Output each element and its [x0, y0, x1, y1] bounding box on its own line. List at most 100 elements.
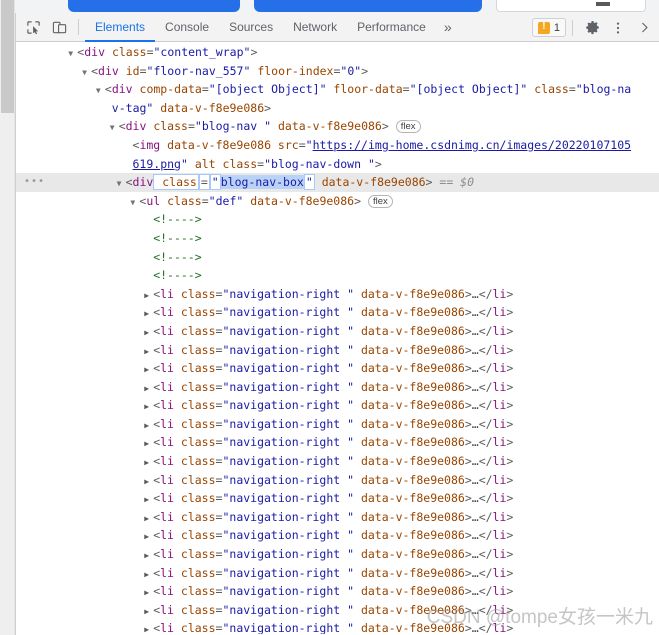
attribute-value: "navigation-right "	[222, 454, 355, 469]
dom-tree-row-li[interactable]: ▶ <li class="navigation-right " data-v-f8…	[16, 601, 659, 620]
page-scrollbar-thumb[interactable]	[1, 0, 14, 113]
dom-tree-row[interactable]: <!---->	[16, 229, 659, 248]
dom-tree-row-li[interactable]: ▶ <li class="navigation-right " data-v-f8…	[16, 303, 659, 322]
more-tabs-button[interactable]: »	[436, 13, 460, 42]
dom-tree-row[interactable]: ▼ <div id="floor-nav_557" floor-index="0"…	[16, 62, 659, 81]
dom-tree-row-li[interactable]: ▶ <li class="navigation-right " data-v-f8…	[16, 564, 659, 583]
dom-tree-row-li[interactable]: ▶ <li class="navigation-right " data-v-f8…	[16, 582, 659, 601]
dom-tree-row-li[interactable]: ▶ <li class="navigation-right " data-v-f8…	[16, 378, 659, 397]
tag-name: li	[160, 584, 174, 599]
attribute-value: "blog-nav-down "	[264, 156, 375, 171]
tab-console[interactable]: Console	[155, 13, 219, 42]
gear-icon[interactable]	[579, 16, 605, 40]
dom-tree-row-li[interactable]: ▶ <li class="navigation-right " data-v-f8…	[16, 452, 659, 471]
flex-badge[interactable]: flex	[367, 194, 393, 208]
tag-name: li	[492, 361, 507, 376]
chevron-right-icon[interactable]	[631, 16, 657, 40]
dom-tree-row-li[interactable]: ▶ <li class="navigation-right " data-v-f8…	[16, 489, 659, 508]
expand-triangle-icon[interactable]: ▶	[144, 621, 153, 634]
tag-name: li	[160, 621, 174, 634]
resource-link[interactable]: 619.png	[133, 157, 181, 171]
attribute-value: "content_wrap"	[153, 45, 251, 59]
code-token: </	[478, 323, 493, 338]
code-token: </	[478, 491, 493, 506]
code-token: </	[478, 361, 493, 376]
page-input-box[interactable]	[496, 0, 646, 12]
attribute-name: class	[173, 379, 216, 394]
dom-tree-row[interactable]: ▼ <ul class="def" data-v-f8e9e086> flex	[16, 192, 659, 211]
attribute-name: data-v-f8e9e086	[271, 119, 382, 134]
page-blue-button-2[interactable]	[254, 0, 482, 12]
text-node-ellipsis: …	[471, 305, 479, 320]
attribute-name: data-v-f8e9e086	[243, 193, 355, 208]
text-node-ellipsis: …	[471, 602, 479, 617]
dom-tree-row[interactable]: <!---->	[16, 210, 659, 229]
dom-tree-row-li[interactable]: ▶ <li class="navigation-right " data-v-f8…	[16, 545, 659, 564]
tag-name: li	[492, 565, 507, 580]
dom-tree-row[interactable]: <!---->	[16, 266, 659, 285]
attribute-name: class	[173, 398, 216, 413]
dom-tree-row-li[interactable]: ▶ <li class="navigation-right " data-v-f8…	[16, 508, 659, 527]
inspect-element-icon[interactable]	[20, 15, 46, 39]
code-token: >	[464, 491, 472, 506]
code-token: >	[464, 435, 472, 450]
code-token: </	[478, 472, 493, 487]
attribute-name: alt	[187, 156, 216, 171]
tab-performance[interactable]: Performance	[347, 13, 436, 42]
dom-tree-row-li[interactable]: ▶ <li class="navigation-right " data-v-f8…	[16, 526, 659, 545]
dom-tree-row[interactable]: ▼ <div class="blog-nav " data-v-f8e9e086>…	[16, 117, 659, 136]
code-token: >	[506, 621, 514, 634]
code-token: </	[478, 547, 493, 562]
dom-tree-row-li[interactable]: ▶ <li class="navigation-right " data-v-f8…	[16, 433, 659, 452]
page-blue-button-1[interactable]	[68, 0, 240, 12]
code-token: >	[354, 193, 368, 208]
code-token: >	[506, 602, 514, 617]
toolbar-right-group: 1	[531, 13, 657, 42]
warning-badge[interactable]: 1	[531, 18, 566, 37]
dom-tree-row-li[interactable]: ▶ <li class="navigation-right " data-v-f8…	[16, 396, 659, 415]
dom-tree-row[interactable]: <img data-v-f8e9e086 src="https://img-ho…	[16, 136, 659, 155]
attribute-name: class	[173, 435, 216, 450]
dom-tree-row-li[interactable]: ▶ <li class="navigation-right " data-v-f8…	[16, 415, 659, 434]
more-tabs-label: »	[443, 19, 452, 35]
kebab-menu-icon[interactable]	[605, 16, 631, 40]
code-token: >	[464, 565, 472, 580]
attribute-value: "navigation-right "	[222, 491, 355, 506]
row-overflow-dots[interactable]: •••	[24, 173, 45, 192]
selected-node-ref: == $0	[432, 175, 475, 190]
dom-tree-row-li[interactable]: ▶ <li class="navigation-right " data-v-f8…	[16, 322, 659, 341]
tab-console-label: Console	[165, 20, 210, 34]
dom-tree-row[interactable]: ▼ <div comp-data="[object Object]" floor-…	[16, 80, 659, 99]
tag-name: li	[160, 379, 174, 394]
dom-tree-row[interactable]: v-tag" data-v-f8e9e086>	[16, 99, 659, 118]
toolbar-divider-right	[572, 19, 573, 36]
dom-tree-row[interactable]: ••• ▼ <div class = " blog-nav-box " data-v-f8e…	[16, 173, 659, 192]
text-node-ellipsis: …	[471, 379, 479, 394]
dom-tree-row-li[interactable]: ▶ <li class="navigation-right " data-v-f8…	[16, 619, 659, 634]
attribute-name: data-v-f8e9e086	[354, 286, 465, 301]
code-token: >	[464, 342, 472, 357]
attribute-name: data-v-f8e9e086	[354, 565, 465, 580]
page-scrollbar-track[interactable]	[0, 0, 15, 635]
resource-link[interactable]: https://img-home.csdnimg.cn/images/20220…	[313, 138, 632, 152]
dom-tree-row-li[interactable]: ▶ <li class="navigation-right " data-v-f8…	[16, 359, 659, 378]
dom-tree-row-li[interactable]: ▶ <li class="navigation-right " data-v-f8…	[16, 471, 659, 490]
tab-sources[interactable]: Sources	[219, 13, 283, 42]
dom-tree-row[interactable]: 619.png" alt class="blog-nav-down ">	[16, 155, 659, 174]
page-input-caret	[596, 2, 610, 6]
flex-badge[interactable]: flex	[395, 120, 421, 134]
tag-name: li	[492, 435, 507, 450]
code-token: >	[464, 286, 472, 301]
dom-tree-row-li[interactable]: ▶ <li class="navigation-right " data-v-f8…	[16, 341, 659, 360]
tag-name: li	[492, 602, 507, 617]
text-node-ellipsis: …	[471, 491, 479, 506]
tab-network[interactable]: Network	[283, 13, 347, 42]
tab-elements[interactable]: Elements	[85, 13, 156, 42]
code-token: >	[506, 584, 514, 599]
elements-dom-tree[interactable]: ▼ <div class="content_wrap"> ▼ <div id="flo…	[16, 42, 659, 634]
dom-tree-row[interactable]: ▼ <div class="content_wrap">	[16, 43, 659, 62]
dom-tree-row[interactable]: <!---->	[16, 248, 659, 267]
dom-tree-row-li[interactable]: ▶ <li class="navigation-right " data-v-f8…	[16, 285, 659, 304]
attribute-value: "	[305, 137, 313, 152]
device-toolbar-icon[interactable]	[46, 15, 72, 39]
